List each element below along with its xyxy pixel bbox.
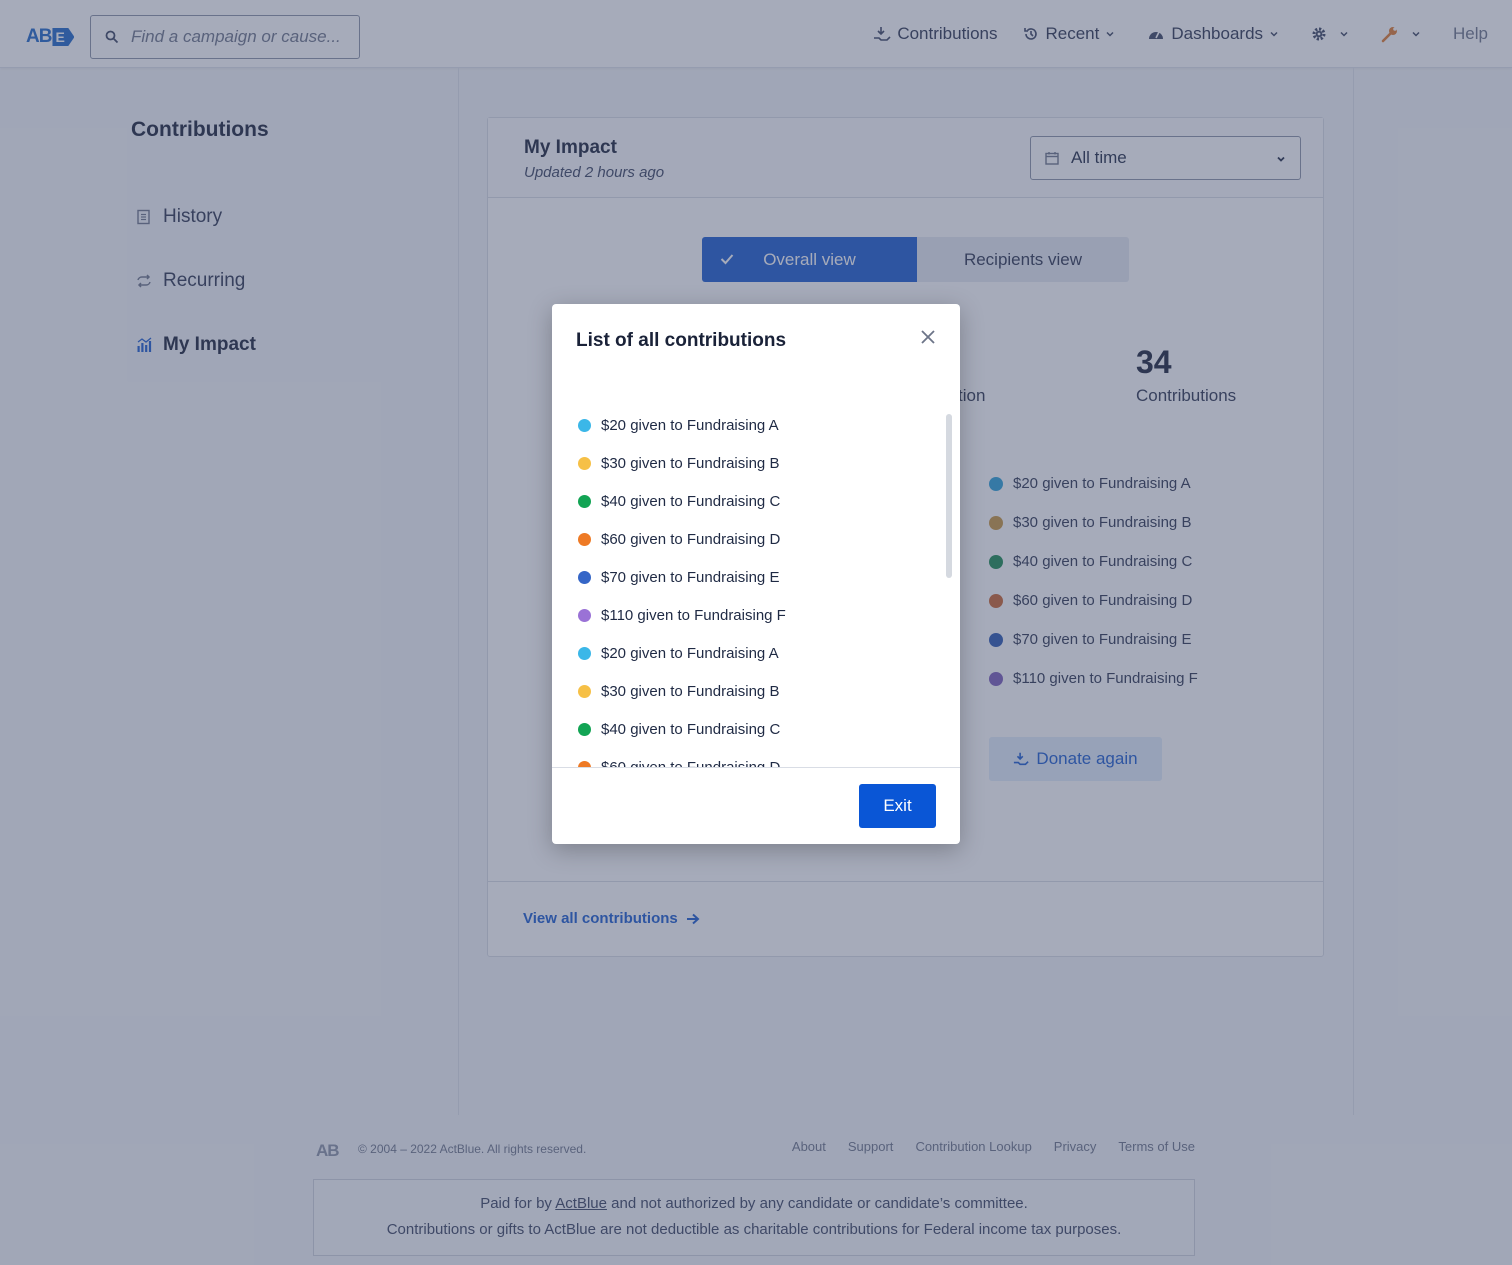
list-item: $60 given to Fundraising D: [578, 748, 960, 768]
list-item-dot: [578, 722, 591, 736]
list-item-dot: [578, 646, 591, 660]
list-item: $40 given to Fundraising C: [578, 482, 960, 520]
list-item: $20 given to Fundraising A: [578, 406, 960, 444]
list-item-dot: [578, 456, 591, 470]
list-item: $110 given to Fundraising F: [578, 596, 960, 634]
list-item-dot: [578, 418, 591, 432]
close-icon[interactable]: [919, 328, 937, 346]
contributions-list[interactable]: $20 given to Fundraising A $30 given to …: [552, 406, 960, 768]
list-item: $30 given to Fundraising B: [578, 444, 960, 482]
list-item-dot: [578, 608, 591, 622]
exit-button[interactable]: Exit: [859, 784, 936, 828]
list-item: $70 given to Fundraising E: [578, 558, 960, 596]
list-item: $30 given to Fundraising B: [578, 672, 960, 710]
list-item-dot: [578, 532, 591, 546]
list-item: $20 given to Fundraising A: [578, 634, 960, 672]
list-item-dot: [578, 570, 591, 584]
list-item-dot: [578, 684, 591, 698]
modal-footer-divider: [552, 767, 960, 768]
list-item: $60 given to Fundraising D: [578, 520, 960, 558]
list-scrollbar[interactable]: [946, 414, 952, 578]
modal-title: List of all contributions: [576, 330, 787, 351]
list-item: $40 given to Fundraising C: [578, 710, 960, 748]
list-item-dot: [578, 494, 591, 508]
contributions-modal: List of all contributions $20 given to F…: [552, 304, 960, 844]
